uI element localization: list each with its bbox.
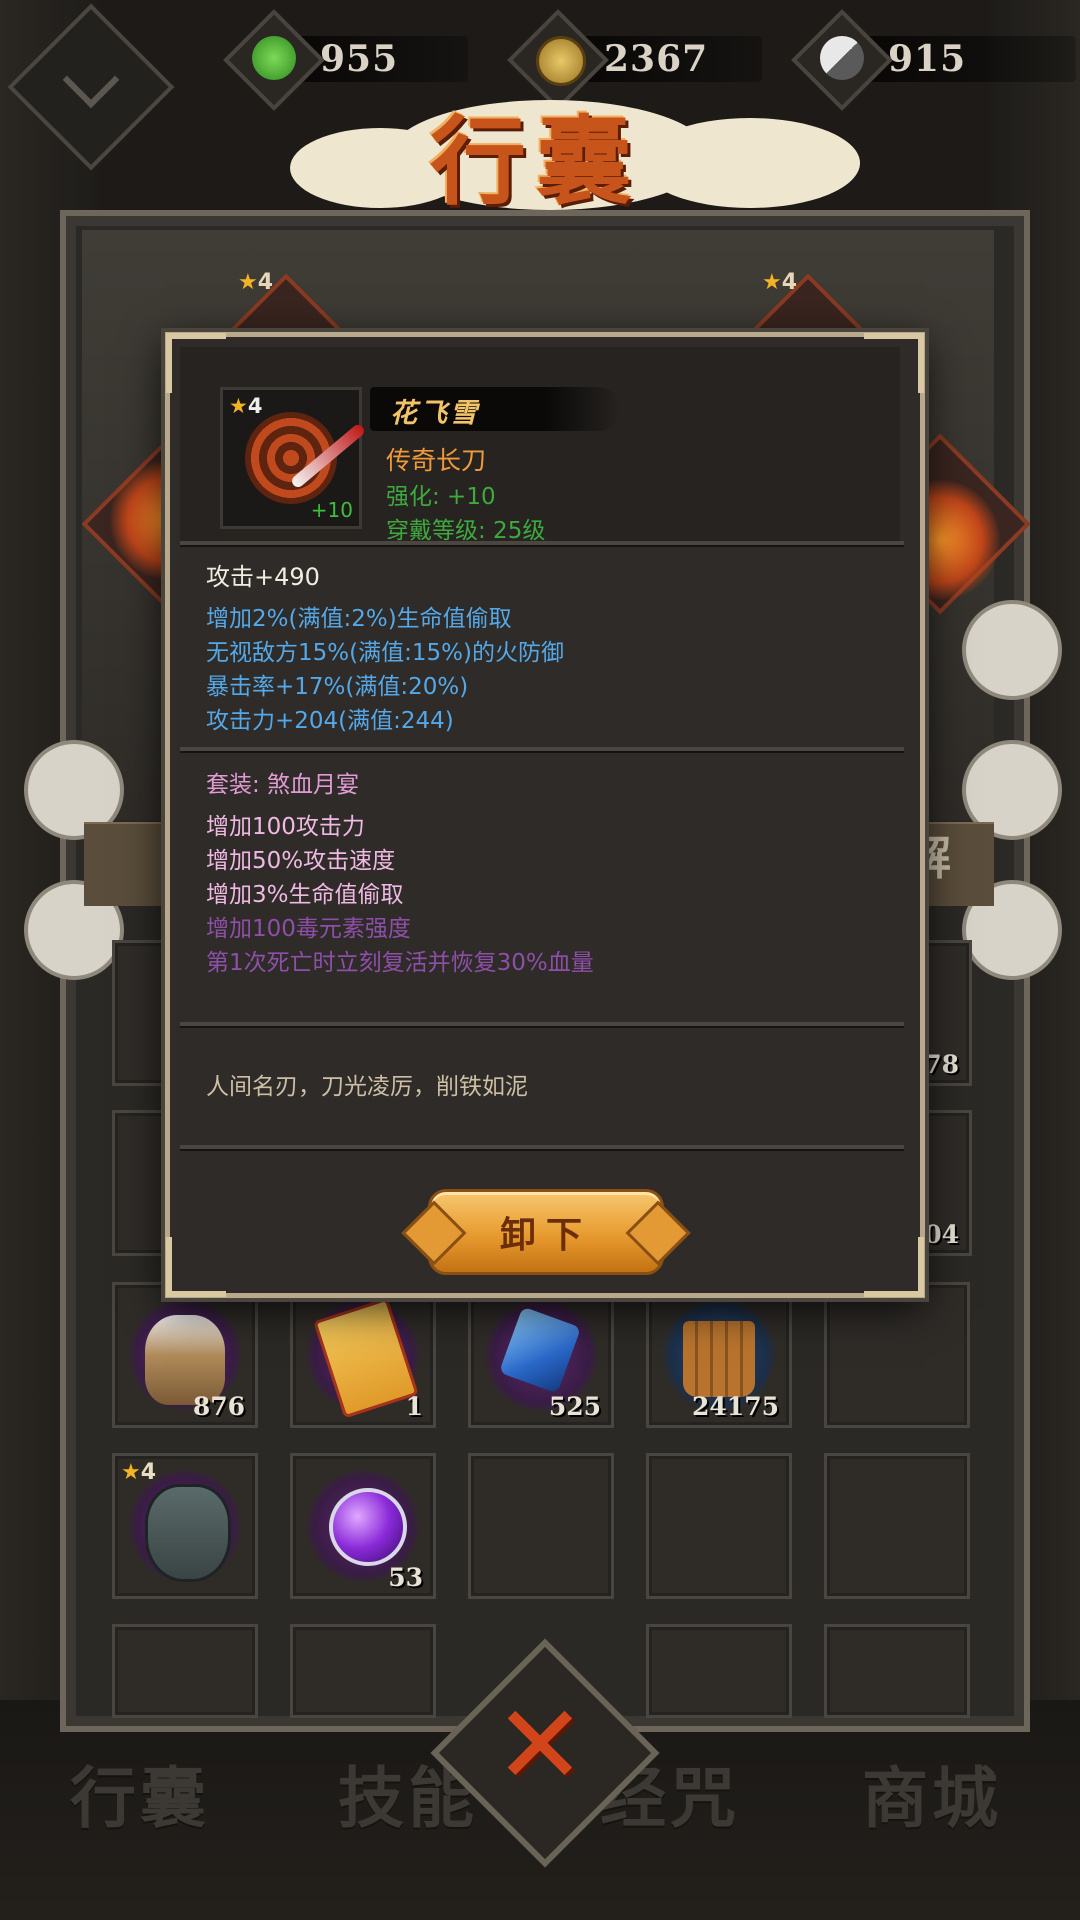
inventory-slot-crystal[interactable]: 525 <box>468 1282 614 1428</box>
chevron-down-icon <box>62 51 120 109</box>
soul-value: 915 <box>888 38 967 80</box>
item-level: 穿戴等级: 25级 <box>386 518 546 544</box>
inventory-slot-flour[interactable]: 876 <box>112 1282 258 1428</box>
popup-corner <box>166 1237 226 1297</box>
item-count: 78 <box>924 1050 959 1079</box>
item-count: 876 <box>192 1392 245 1421</box>
item-description: 人间名刃，刀光凌厉，削铁如泥 <box>206 1074 528 1100</box>
item-count: 525 <box>548 1392 601 1421</box>
item-name: 花飞雪 <box>390 398 480 429</box>
close-icon: ✕ <box>493 1681 587 1809</box>
bottom-tab-bag[interactable]: 行囊 <box>70 1745 210 1841</box>
item-star-rating: ★4 <box>229 394 263 418</box>
inventory-slot[interactable] <box>646 1624 792 1718</box>
inventory-slot-scroll[interactable]: 1 <box>290 1282 436 1428</box>
equip-right-stars: ★4 <box>762 270 798 295</box>
purple-orb-icon <box>329 1488 407 1566</box>
jade-value: 955 <box>320 38 399 80</box>
coin-value: 2367 <box>604 38 709 80</box>
divider <box>180 1022 904 1028</box>
item-count: 04 <box>924 1220 959 1249</box>
inventory-slot[interactable] <box>646 1453 792 1599</box>
wood-bucket-icon <box>683 1321 755 1397</box>
unequip-label: 卸下 <box>499 1214 592 1256</box>
inventory-slot[interactable] <box>468 1453 614 1599</box>
set-bonus-inactive: 增加100毒元素强度 <box>206 916 411 942</box>
bottom-tab-shop[interactable]: 商城 <box>862 1745 1002 1841</box>
item-enhance: 强化: +10 <box>386 484 496 510</box>
extra-stat: 暴击率+17%(满值:20%) <box>206 674 469 700</box>
popup-corner <box>864 1237 924 1297</box>
inventory-slot-orb[interactable]: 53 <box>290 1453 436 1599</box>
divider <box>180 541 904 547</box>
divider <box>180 747 904 753</box>
item-count: 53 <box>388 1563 423 1592</box>
inventory-slot[interactable] <box>824 1624 970 1718</box>
set-bonus-active: 增加100攻击力 <box>206 814 365 840</box>
equip-left-stars: ★4 <box>238 270 274 295</box>
item-enhance-badge: +10 <box>310 498 353 522</box>
set-bonus-inactive: 第1次死亡时立刻复活并恢复30%血量 <box>206 950 594 976</box>
extra-stat: 无视敌方15%(满值:15%)的火防御 <box>206 640 564 666</box>
item-detail-popup: ★4 +10 花飞雪 传奇长刀 强化: +10 穿戴等级: 25级 攻击+490… <box>165 332 925 1298</box>
inventory-slot-mask[interactable]: ★4 <box>112 1453 258 1599</box>
set-bonus-active: 增加3%生命值偷取 <box>206 882 404 908</box>
set-bonus-active: 增加50%攻击速度 <box>206 848 396 874</box>
inventory-slot-bucket[interactable]: 24175 <box>646 1282 792 1428</box>
item-count: 1 <box>405 1392 423 1421</box>
item-icon: ★4 +10 <box>220 387 367 529</box>
demon-mask-icon <box>145 1484 231 1582</box>
base-stat: 攻击+490 <box>206 563 320 591</box>
yin-yang-icon <box>820 36 864 80</box>
unequip-button[interactable]: 卸下 <box>428 1189 664 1275</box>
extra-stat: 增加2%(满值:2%)生命值偷取 <box>206 606 512 632</box>
item-count: 24175 <box>692 1392 779 1421</box>
inventory-slot[interactable] <box>290 1624 436 1718</box>
divider <box>180 1145 904 1151</box>
item-header: ★4 +10 花飞雪 传奇长刀 强化: +10 穿戴等级: 25级 <box>180 347 900 547</box>
inventory-slot[interactable] <box>824 1453 970 1599</box>
set-title: 套装: 煞血月宴 <box>206 772 360 798</box>
item-type: 传奇长刀 <box>386 446 487 475</box>
extra-stat: 攻击力+204(满值:244) <box>206 708 454 734</box>
inventory-slot[interactable] <box>824 1282 970 1428</box>
copper-coin-icon <box>536 36 586 86</box>
item-stars: ★4 <box>121 1460 157 1485</box>
inventory-slot[interactable] <box>112 1624 258 1718</box>
green-flame-icon <box>252 36 296 80</box>
page-title: 行囊 <box>430 105 642 218</box>
title-cloud <box>640 118 860 208</box>
side-coin-button[interactable] <box>962 600 1062 700</box>
